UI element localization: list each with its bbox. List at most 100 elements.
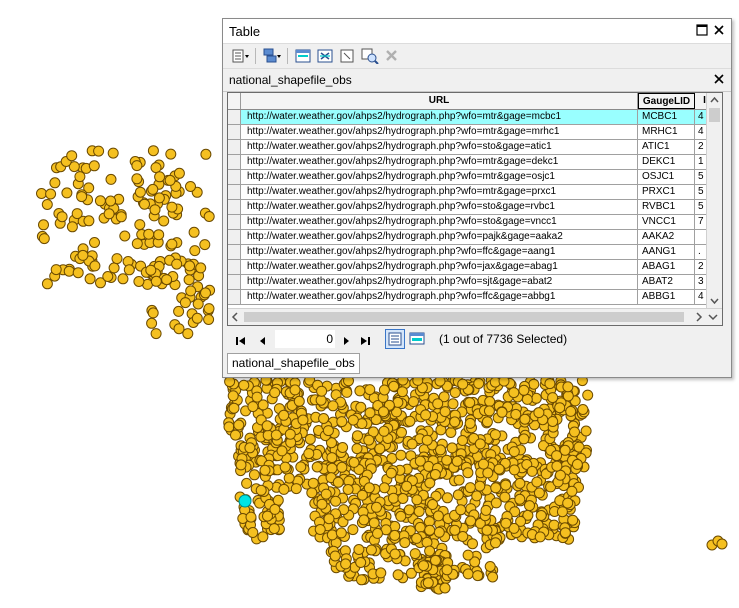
tab-national-shapefile-obs[interactable]: national_shapefile_obs [227, 353, 360, 374]
select-by-attributes-icon[interactable] [295, 48, 313, 64]
gauge-point [191, 312, 203, 324]
gauge-point [395, 510, 407, 522]
row-selector[interactable] [228, 185, 241, 199]
gauge-point [199, 239, 211, 251]
gauge-point [518, 433, 530, 445]
table-row[interactable]: http://water.weather.gov/ahps2/hydrograp… [228, 245, 706, 260]
gauge-point [392, 569, 404, 581]
table-options-icon[interactable] [231, 48, 249, 64]
table-row[interactable]: http://water.weather.gov/ahps2/hydrograp… [228, 155, 706, 170]
clear-selection-icon[interactable] [339, 48, 357, 64]
last-record-icon[interactable] [359, 334, 371, 352]
row-selector[interactable] [228, 170, 241, 184]
related-tables-icon[interactable] [263, 48, 281, 64]
table-row[interactable]: http://water.weather.gov/ahps2/hydrograp… [228, 170, 706, 185]
row-selector[interactable] [228, 290, 241, 304]
column-header-gaugelid[interactable]: GaugeLID [638, 93, 695, 109]
show-all-records-icon[interactable] [385, 329, 405, 349]
gauge-point [414, 521, 426, 533]
gauge-point [314, 524, 326, 535]
column-header-next[interactable]: I [695, 93, 706, 109]
row-selector[interactable] [228, 215, 241, 229]
gauge-point [368, 517, 380, 529]
gauge-point [526, 465, 538, 477]
row-selector[interactable] [228, 140, 241, 154]
gauge-point [378, 406, 389, 418]
table-row[interactable]: http://water.weather.gov/ahps2/hydrograp… [228, 140, 706, 155]
table-row[interactable]: http://water.weather.gov/ahps2/hydrograp… [228, 215, 706, 230]
row-selector[interactable] [228, 125, 241, 139]
gauge-point [462, 467, 474, 479]
attribute-table-window: Table national_shapefile_obs URL GaugeLI… [222, 18, 732, 378]
row-selector[interactable] [228, 260, 241, 274]
gauge-point [449, 524, 461, 536]
maximize-icon[interactable] [695, 23, 709, 37]
gauge-point [166, 201, 178, 213]
row-selector[interactable] [228, 200, 241, 214]
attribute-grid[interactable]: URL GaugeLID I http://water.weather.gov/… [227, 92, 723, 326]
hscroll-thumb [244, 312, 684, 322]
table-row[interactable]: http://water.weather.gov/ahps2/hydrograp… [228, 200, 706, 215]
gauge-point [284, 428, 296, 440]
gauge-point [365, 544, 377, 556]
first-record-icon[interactable] [235, 334, 247, 352]
next-record-icon[interactable] [340, 334, 352, 352]
gauge-point [451, 455, 463, 467]
row-selector[interactable] [228, 275, 241, 289]
row-selector[interactable] [228, 155, 241, 169]
gauge-point [149, 204, 161, 216]
cell-next-column: 4 [695, 125, 706, 139]
column-header-url[interactable]: URL [241, 93, 638, 109]
record-number-input[interactable]: 0 [275, 330, 335, 348]
gauge-point [465, 515, 477, 527]
close-icon[interactable] [712, 23, 726, 37]
gauge-point [418, 560, 429, 572]
table-row[interactable]: http://water.weather.gov/ahps2/hydrograp… [228, 290, 706, 305]
scroll-down-icon [710, 298, 719, 305]
cell-next-column: 4 [695, 110, 706, 124]
gauge-point [111, 253, 123, 265]
gauge-point [457, 435, 468, 446]
vertical-scrollbar[interactable] [706, 93, 722, 308]
gauge-point [241, 477, 253, 489]
gauge-point [514, 493, 526, 505]
gauge-point [316, 385, 328, 397]
row-selector[interactable] [228, 110, 241, 124]
horizontal-scrollbar[interactable] [228, 308, 722, 325]
gauge-point [66, 150, 78, 162]
gauge-point [356, 574, 367, 586]
row-selector-header [228, 93, 241, 109]
gauge-point [496, 406, 508, 418]
gauge-point [38, 233, 50, 245]
delete-selected-icon[interactable] [383, 48, 401, 64]
gauge-point [49, 177, 61, 189]
gauge-point [404, 415, 416, 427]
gauge-point [413, 506, 425, 517]
table-row[interactable]: http://water.weather.gov/ahps2/hydrograp… [228, 185, 706, 200]
switch-selection-icon[interactable] [317, 48, 335, 64]
gauge-point [188, 226, 200, 238]
cell-url: http://water.weather.gov/ahps2/hydrograp… [241, 260, 638, 274]
gauge-point [103, 208, 115, 220]
gauge-point [150, 275, 162, 287]
gauge-point [447, 398, 459, 410]
gauge-point [307, 477, 319, 489]
row-selector[interactable] [228, 230, 241, 244]
row-selector[interactable] [228, 245, 241, 259]
table-row[interactable]: http://water.weather.gov/ahps2/hydrograp… [228, 230, 706, 245]
gauge-point [200, 287, 211, 299]
gauge-point [439, 406, 451, 418]
previous-record-icon[interactable] [257, 334, 269, 352]
scroll-thumb [709, 108, 720, 122]
gauge-point [567, 514, 579, 526]
table-row[interactable]: http://water.weather.gov/ahps2/hydrograp… [228, 110, 706, 125]
table-row[interactable]: http://water.weather.gov/ahps2/hydrograp… [228, 275, 706, 290]
close-table-icon[interactable] [712, 72, 726, 86]
table-row[interactable]: http://water.weather.gov/ahps2/hydrograp… [228, 260, 706, 275]
gauge-point [323, 513, 335, 525]
show-selected-records-icon[interactable] [409, 331, 427, 352]
gauge-point [577, 404, 589, 415]
zoom-to-selected-icon[interactable] [361, 48, 379, 65]
gauge-point [411, 494, 423, 506]
table-row[interactable]: http://water.weather.gov/ahps2/hydrograp… [228, 125, 706, 140]
